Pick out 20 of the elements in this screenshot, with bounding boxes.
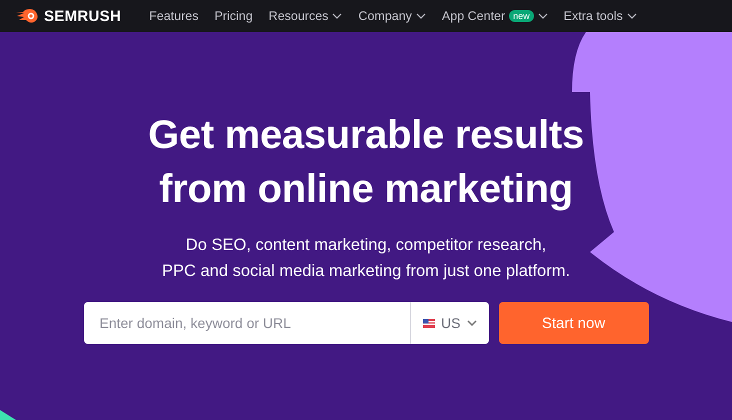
hero-subtitle: Do SEO, content marketing, competitor research, PPC and social media marketing from just one platform.: [162, 235, 570, 282]
chevron-down-icon: [466, 320, 476, 326]
hero-heading: Get measurable results from online marketing: [148, 112, 584, 213]
chevron-down-icon: [538, 13, 548, 19]
new-badge: new: [509, 10, 534, 22]
nav-link[interactable]: App Center new: [442, 9, 548, 23]
country-select[interactable]: US: [410, 302, 488, 344]
chevron-down-icon: [626, 13, 637, 19]
chevron-down-icon: [332, 13, 342, 19]
nav-link[interactable]: Features: [149, 9, 198, 23]
nav-link[interactable]: Company: [358, 9, 426, 23]
corner-triangle-shape: [0, 410, 16, 420]
brand-wordmark[interactable]: SEMRUSH: [44, 8, 122, 24]
search-field[interactable]: Enter domain, keyword or URL US: [84, 302, 488, 344]
chevron-down-icon: [416, 13, 426, 19]
country-code: US: [441, 315, 460, 331]
nav-link[interactable]: Resources: [268, 9, 342, 23]
nav-link[interactable]: Pricing: [214, 9, 253, 23]
flag-icon: [423, 318, 436, 328]
nav-link[interactable]: Extra tools: [564, 9, 637, 23]
